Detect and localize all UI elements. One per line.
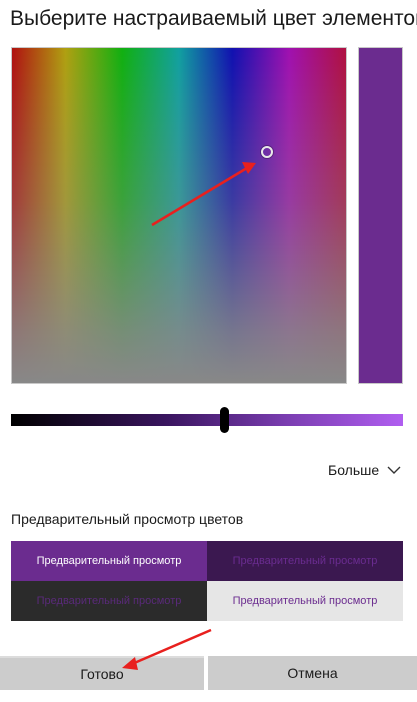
preview-cell-dark-accent: Предварительный просмотр xyxy=(207,541,403,581)
cancel-button[interactable]: Отмена xyxy=(208,656,417,690)
preview-cell-accent-on-light: Предварительный просмотр xyxy=(11,541,207,581)
preview-heading: Предварительный просмотр цветов xyxy=(11,511,244,527)
color-spectrum[interactable] xyxy=(11,47,347,384)
dialog-title: Выберите настраиваемый цвет элементов xyxy=(10,7,417,30)
more-toggle[interactable]: Больше xyxy=(328,462,401,478)
done-button[interactable]: Готово xyxy=(0,656,204,690)
more-label: Больше xyxy=(328,462,380,478)
color-preview-grid: Предварительный просмотр Предварительный… xyxy=(11,541,403,621)
preview-cell-text-on-dark: Предварительный просмотр xyxy=(11,581,207,621)
brightness-slider[interactable] xyxy=(11,414,403,426)
preview-cell-text-on-light: Предварительный просмотр xyxy=(207,581,403,621)
color-picker-handle[interactable] xyxy=(261,146,273,158)
chevron-down-icon xyxy=(387,466,401,474)
selected-color-swatch xyxy=(358,47,403,384)
brightness-slider-thumb[interactable] xyxy=(220,407,229,433)
